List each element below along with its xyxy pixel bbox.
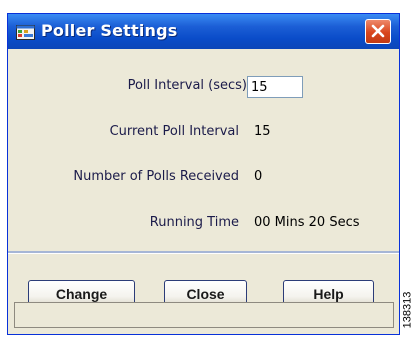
close-icon: [371, 24, 385, 38]
current-poll-interval-label: Current Poll Interval: [109, 124, 239, 139]
window-title: Poller Settings: [41, 21, 178, 40]
running-time-value: 00 Mins 20 Secs: [254, 215, 360, 230]
running-time-label: Running Time: [149, 215, 239, 230]
polls-received-label: Number of Polls Received: [73, 169, 239, 184]
figure-id: 138313: [401, 288, 418, 334]
poll-interval-label: Poll Interval (secs): [127, 78, 247, 93]
app-window-icon: [16, 23, 35, 40]
poll-interval-input[interactable]: [247, 76, 303, 98]
divider: [8, 251, 399, 254]
title-bar[interactable]: Poller Settings: [8, 14, 399, 49]
current-poll-interval-value: 15: [254, 124, 271, 139]
status-bar: [14, 302, 394, 328]
poller-settings-dialog: Poller Settings Poll Interval (secs) Cur…: [7, 13, 400, 335]
close-window-button[interactable]: [365, 19, 391, 44]
figure-id-text: 138313: [401, 291, 414, 329]
polls-received-value: 0: [254, 169, 263, 184]
